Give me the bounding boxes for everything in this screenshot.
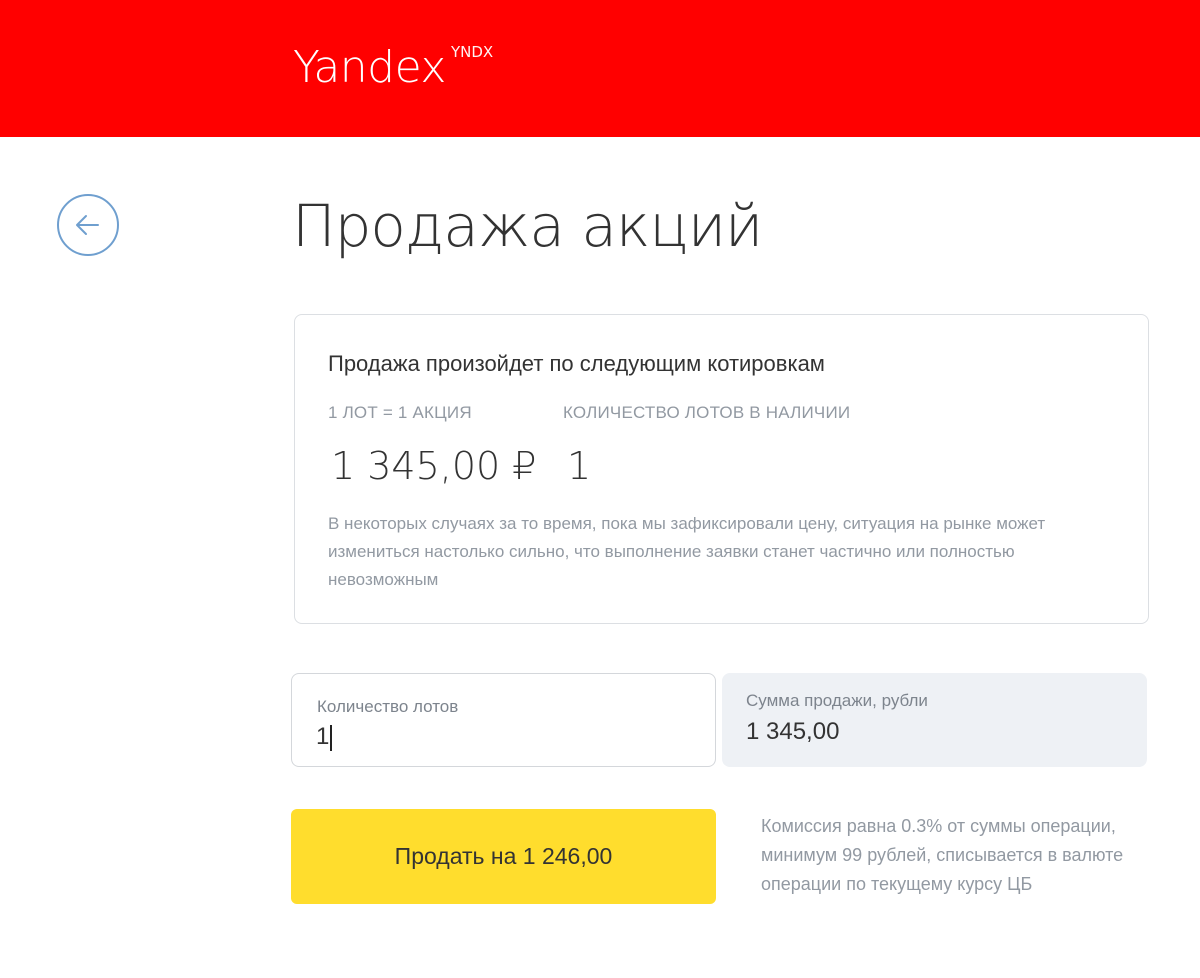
quote-card: Продажа произойдет по следующим котировк…	[294, 314, 1149, 624]
text-caret	[330, 725, 332, 751]
commission-note: Комиссия равна 0.3% от суммы операции, м…	[761, 816, 1124, 894]
sell-button[interactable]: Продать на 1 246,00	[291, 809, 716, 904]
quote-heading: Продажа произойдет по следующим котировк…	[328, 351, 825, 376]
sale-sum-value: 1 345,00	[746, 718, 840, 745]
available-lots-value: 1	[567, 444, 592, 488]
quote-price: 1 345,00 ₽	[331, 444, 537, 488]
sale-sum-label: Сумма продажи, рубли	[746, 691, 928, 710]
quote-disclaimer: В некоторых случаях за то время, пока мы…	[328, 514, 1046, 589]
lots-quantity-input[interactable]	[316, 721, 686, 753]
page-title: Продажа акций	[292, 192, 763, 260]
lots-quantity-field[interactable]: Количество лотов	[291, 673, 716, 767]
ticker-symbol: YNDX	[451, 43, 494, 61]
brand-logo: Yandex	[293, 42, 446, 93]
back-button[interactable]	[57, 194, 119, 256]
arrow-left-icon	[76, 215, 99, 235]
app-header: Yandex YNDX	[0, 0, 1200, 137]
sale-sum-field: Сумма продажи, рубли 1 345,00	[722, 673, 1147, 767]
lot-size-label: 1 ЛОТ = 1 АКЦИЯ	[328, 403, 472, 422]
lots-quantity-label: Количество лотов	[317, 697, 459, 716]
available-lots-label: КОЛИЧЕСТВО ЛОТОВ В НАЛИЧИИ	[563, 403, 851, 422]
